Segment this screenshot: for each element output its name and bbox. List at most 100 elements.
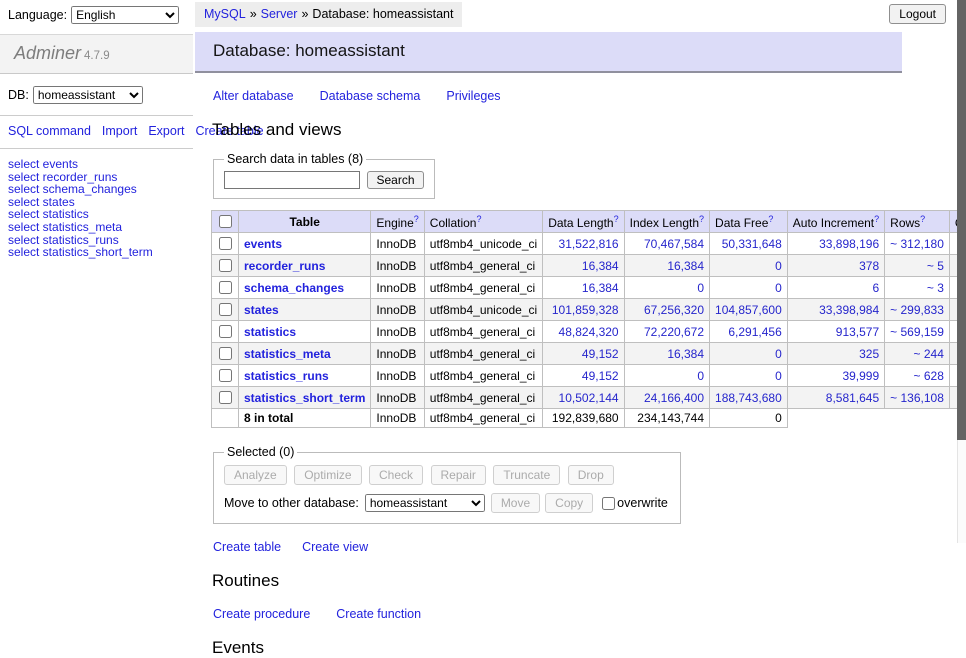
create-procedure-link[interactable]: Create procedure	[213, 607, 310, 621]
row-checkbox[interactable]	[219, 391, 232, 404]
table-link[interactable]: states	[244, 303, 279, 317]
help-icon[interactable]: ?	[874, 214, 879, 224]
help-icon[interactable]: ?	[768, 214, 773, 224]
help-icon[interactable]: ?	[614, 214, 619, 224]
data-free-value[interactable]: 6,291,456	[728, 325, 781, 339]
table-link[interactable]: schema_changes	[244, 281, 344, 295]
auto-increment-value[interactable]: 33,398,984	[819, 303, 879, 317]
data-free-value[interactable]: 0	[775, 347, 782, 361]
data-length-value[interactable]: 10,502,144	[559, 391, 619, 405]
sidebar-item-select-statistics-meta[interactable]: select statistics_meta	[8, 221, 193, 234]
overwrite-checkbox[interactable]	[602, 497, 615, 510]
rows-count-value[interactable]: ~ 628	[914, 369, 944, 383]
export-link[interactable]: Export	[148, 124, 184, 138]
auto-increment-value[interactable]: 8,581,645	[826, 391, 879, 405]
table-link[interactable]: statistics_runs	[244, 369, 329, 383]
optimize-button[interactable]: Optimize	[294, 465, 361, 485]
selected-fieldset: Selected (0) Analyze Optimize Check Repa…	[213, 445, 681, 524]
analyze-button[interactable]: Analyze	[224, 465, 287, 485]
auto-increment-value[interactable]: 325	[859, 347, 879, 361]
collation-cell: utf8mb4_general_ci	[424, 387, 542, 409]
scrollbar-track[interactable]	[957, 0, 966, 543]
data-length-value[interactable]: 101,859,328	[552, 303, 619, 317]
row-checkbox[interactable]	[219, 237, 232, 250]
row-checkbox[interactable]	[219, 369, 232, 382]
move-button[interactable]: Move	[491, 493, 540, 513]
help-icon[interactable]: ?	[699, 214, 704, 224]
rows-count-value[interactable]: ~ 136,108	[890, 391, 944, 405]
truncate-button[interactable]: Truncate	[493, 465, 560, 485]
copy-button[interactable]: Copy	[545, 493, 593, 513]
sidebar-item-select-statistics-short-term[interactable]: select statistics_short_term	[8, 246, 193, 259]
auto-increment-value[interactable]: 378	[859, 259, 879, 273]
create-view-link[interactable]: Create view	[302, 540, 368, 554]
help-icon[interactable]: ?	[476, 214, 481, 224]
help-icon[interactable]: ?	[414, 214, 419, 224]
search-button[interactable]: Search	[367, 171, 423, 189]
auto-increment-value[interactable]: 39,999	[842, 369, 879, 383]
sql-command-link[interactable]: SQL command	[8, 124, 91, 138]
import-link[interactable]: Import	[102, 124, 137, 138]
index-length-value[interactable]: 0	[697, 281, 704, 295]
data-free-value[interactable]: 188,743,680	[715, 391, 782, 405]
index-length-value[interactable]: 72,220,672	[644, 325, 704, 339]
rows-count-value[interactable]: ~ 244	[914, 347, 944, 361]
move-database-select[interactable]: homeassistant	[365, 494, 485, 512]
table-link[interactable]: statistics_short_term	[244, 391, 365, 405]
table-link[interactable]: recorder_runs	[244, 259, 325, 273]
data-length-value[interactable]: 16,384	[582, 259, 619, 273]
engine-cell: InnoDB	[371, 343, 424, 365]
auto-increment-value[interactable]: 6	[872, 281, 879, 295]
breadcrumb-server-link[interactable]: Server	[261, 7, 298, 21]
row-checkbox[interactable]	[219, 303, 232, 316]
language-select[interactable]: English	[71, 6, 179, 24]
index-length-value[interactable]: 67,256,320	[644, 303, 704, 317]
data-length-value[interactable]: 31,522,816	[559, 237, 619, 251]
row-checkbox[interactable]	[219, 347, 232, 360]
index-length-value[interactable]: 24,166,400	[644, 391, 704, 405]
repair-button[interactable]: Repair	[431, 465, 486, 485]
search-input[interactable]	[224, 171, 360, 189]
data-free-value[interactable]: 0	[775, 259, 782, 273]
sidebar-item-select-events[interactable]: select events	[8, 158, 193, 171]
data-length-value[interactable]: 49,152	[582, 369, 619, 383]
auto-increment-value[interactable]: 33,898,196	[819, 237, 879, 251]
rows-count-value[interactable]: ~ 299,833	[890, 303, 944, 317]
index-length-value[interactable]: 70,467,584	[644, 237, 704, 251]
row-checkbox[interactable]	[219, 325, 232, 338]
index-length-value[interactable]: 16,384	[667, 347, 704, 361]
table-link[interactable]: statistics_meta	[244, 347, 331, 361]
db-select[interactable]: homeassistant	[33, 86, 143, 104]
help-icon[interactable]: ?	[920, 214, 925, 224]
database-schema-link[interactable]: Database schema	[320, 89, 421, 103]
select-all-checkbox[interactable]	[219, 215, 232, 228]
data-free-value[interactable]: 104,857,600	[715, 303, 782, 317]
data-free-value[interactable]: 50,331,648	[722, 237, 782, 251]
drop-button[interactable]: Drop	[568, 465, 614, 485]
table-link[interactable]: statistics	[244, 325, 296, 339]
row-checkbox[interactable]	[219, 281, 232, 294]
privileges-link[interactable]: Privileges	[446, 89, 500, 103]
index-length-value[interactable]: 0	[697, 369, 704, 383]
scrollbar-thumb[interactable]	[957, 0, 966, 440]
data-free-value[interactable]: 0	[775, 281, 782, 295]
check-button[interactable]: Check	[369, 465, 423, 485]
rows-count-value[interactable]: ~ 312,180	[890, 237, 944, 251]
sidebar-item-select-schema-changes[interactable]: select schema_changes	[8, 183, 193, 196]
auto-increment-value[interactable]: 913,577	[836, 325, 879, 339]
rows-count-value[interactable]: ~ 3	[927, 281, 944, 295]
rows-count-value[interactable]: ~ 569,159	[890, 325, 944, 339]
index-length-value[interactable]: 16,384	[667, 259, 704, 273]
rows-count-value[interactable]: ~ 5	[927, 259, 944, 273]
table-link[interactable]: events	[244, 237, 282, 251]
data-free-value[interactable]: 0	[775, 369, 782, 383]
logout-button[interactable]: Logout	[889, 4, 946, 24]
breadcrumb-mysql-link[interactable]: MySQL	[204, 7, 246, 21]
create-function-link[interactable]: Create function	[336, 607, 421, 621]
data-length-value[interactable]: 16,384	[582, 281, 619, 295]
create-table-link[interactable]: Create table	[213, 540, 281, 554]
data-length-value[interactable]: 48,824,320	[559, 325, 619, 339]
row-checkbox[interactable]	[219, 259, 232, 272]
data-length-value[interactable]: 49,152	[582, 347, 619, 361]
alter-database-link[interactable]: Alter database	[213, 89, 294, 103]
